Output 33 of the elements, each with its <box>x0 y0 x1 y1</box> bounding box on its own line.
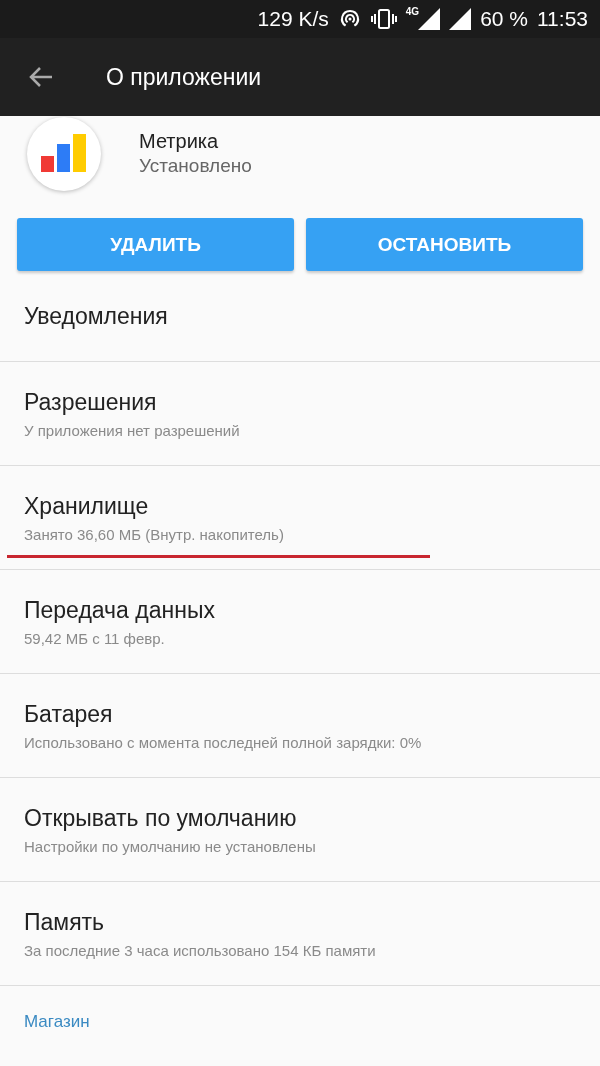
item-title: Память <box>24 908 106 936</box>
network-type: 4G <box>405 6 420 17</box>
item-subtitle: Занято 36,60 МБ (Внутр. накопитель) <box>24 525 285 543</box>
settings-item[interactable]: Память За последние 3 часа использовано 154 КБ памяти <box>0 882 600 986</box>
app-icon <box>27 117 101 191</box>
settings-item[interactable]: Хранилище Занято 36,60 МБ (Внутр. накопитель) <box>0 466 600 570</box>
item-subtitle: У приложения нет разрешений <box>24 421 241 439</box>
section-header: Магазин <box>23 1011 91 1032</box>
item-title: Разрешения <box>24 388 158 416</box>
battery-level: 60 % <box>480 7 528 31</box>
app-name: Метрика <box>139 131 220 151</box>
clock: 11:53 <box>537 7 588 31</box>
settings-item[interactable]: Разрешения У приложения нет разрешений <box>0 362 600 466</box>
item-subtitle: Использовано с момента последней полной зарядки: 0% <box>24 733 423 751</box>
screen-title: О приложении <box>106 63 262 91</box>
item-title: Хранилище <box>24 492 150 520</box>
item-subtitle: Настройки по умолчанию не установлены <box>24 837 317 855</box>
back-arrow-icon[interactable] <box>28 65 54 89</box>
settings-item[interactable]: Передача данных 59,42 МБ с 11 февр. <box>0 570 600 674</box>
app-status: Установлено <box>139 155 252 177</box>
signal-icon <box>449 8 472 30</box>
item-title: Батарея <box>24 700 114 728</box>
settings-item[interactable]: Батарея Использовано с момента последней полной зарядки: 0% <box>0 674 600 778</box>
settings-item[interactable]: Уведомления <box>0 271 600 362</box>
network-speed: 129 K/s <box>257 7 329 31</box>
item-title: Открывать по умолчанию <box>24 804 298 832</box>
item-title: Уведомления <box>24 302 169 330</box>
vibrate-icon <box>370 7 397 31</box>
signal-icon <box>418 8 441 30</box>
item-subtitle: За последние 3 часа использовано 154 КБ памяти <box>24 941 377 959</box>
settings-item[interactable]: Открывать по умолчанию Настройки по умолчанию не установлены <box>0 778 600 882</box>
item-subtitle: 59,42 МБ с 11 февр. <box>24 629 166 647</box>
item-title: Передача данных <box>24 596 216 624</box>
